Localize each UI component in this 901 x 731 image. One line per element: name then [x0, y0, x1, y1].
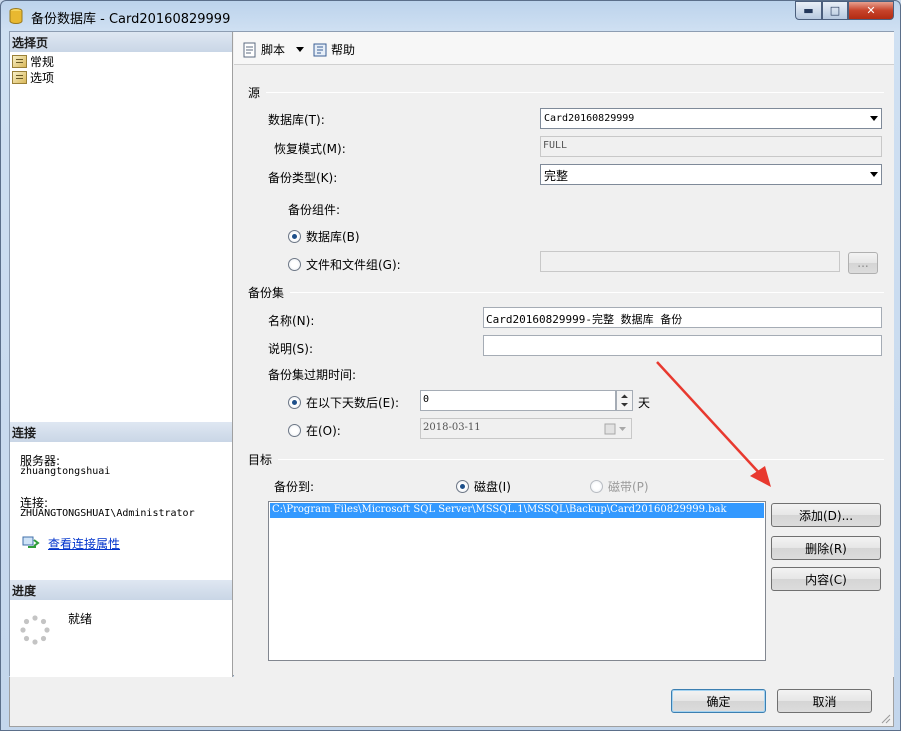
radio-selected-icon — [456, 480, 469, 493]
progress-area: 就绪 — [10, 600, 232, 677]
radio-selected-icon — [288, 396, 301, 409]
browse-files-button[interactable]: ... — [848, 252, 878, 274]
connection-properties-icon — [22, 536, 40, 548]
name-input[interactable]: Card20160829999-完整 数据库 备份 — [483, 307, 882, 328]
description-label: 说明(S): — [268, 342, 314, 356]
recovery-model-field: FULL — [540, 136, 882, 157]
add-destination-button[interactable]: 添加(D)... — [771, 503, 881, 527]
chevron-down-icon[interactable] — [296, 47, 305, 52]
view-connection-properties-link[interactable]: 查看连接属性 — [48, 535, 120, 552]
chevron-down-icon — [870, 116, 878, 121]
divider — [266, 92, 884, 93]
radio-icon — [590, 480, 603, 493]
dialog-window: 备份数据库 - Card20160829999 ▬ □ ✕ 选择页 常规 选项 … — [0, 0, 901, 731]
window-title: 备份数据库 - Card20160829999 — [31, 12, 231, 27]
progress-header: 进度 — [10, 580, 232, 600]
title-bar[interactable]: 备份数据库 - Card20160829999 ▬ □ ✕ — [1, 1, 900, 31]
expire-label: 备份集过期时间: — [268, 368, 357, 382]
backup-set-header: 备份集 — [248, 286, 285, 300]
destination-group-header: 目标 — [248, 451, 884, 468]
button-bar: 确定 取消 — [9, 677, 894, 727]
database-value: Card20160829999 — [544, 113, 635, 124]
backup-type-value: 完整 — [544, 169, 569, 183]
tape-radio: 磁带(P) — [590, 478, 649, 495]
backup-set-group-header: 备份集 — [248, 284, 884, 301]
resize-grip-icon[interactable] — [879, 712, 891, 724]
calendar-dropdown-icon — [604, 423, 626, 435]
backup-component-label: 备份组件: — [288, 203, 341, 217]
expire-on-date-radio[interactable]: 在(O): — [288, 422, 341, 439]
dialog-client: 选择页 常规 选项 连接 服务器: zhuangtongshuai 连接: ZH… — [9, 31, 894, 677]
ok-button[interactable]: 确定 — [671, 689, 766, 713]
disk-radio[interactable]: 磁盘(I) — [456, 478, 511, 495]
destination-list[interactable]: C:\Program Files\Microsoft SQL Server\MS… — [268, 501, 766, 661]
database-label: 数据库(T): — [268, 113, 325, 127]
script-icon — [243, 42, 256, 57]
component-database-radio[interactable]: 数据库(B) — [288, 228, 360, 245]
files-filegroups-field — [540, 251, 840, 272]
help-button[interactable]: 帮助 — [312, 41, 355, 58]
radio-icon — [288, 424, 301, 437]
recovery-model-label: 恢复模式(M): — [274, 142, 346, 156]
description-input[interactable] — [483, 335, 882, 356]
toolbar: 脚本 帮助 — [234, 32, 894, 65]
remove-destination-button[interactable]: 删除(R) — [771, 536, 881, 560]
expire-days-input[interactable]: 0 — [420, 390, 616, 411]
left-pane: 选择页 常规 选项 连接 服务器: zhuangtongshuai 连接: ZH… — [10, 32, 233, 677]
minimize-button[interactable]: ▬ — [795, 1, 822, 20]
nav-item-options[interactable]: 选项 — [12, 69, 54, 86]
server-value: zhuangtongshuai — [20, 466, 111, 477]
close-button[interactable]: ✕ — [848, 1, 894, 20]
tape-label: 磁带(P) — [608, 480, 649, 494]
help-label: 帮助 — [331, 43, 356, 57]
nav-item-general[interactable]: 常规 — [12, 53, 54, 70]
expire-date-value: 2018-03-11 — [423, 422, 481, 433]
source-group-header: 源 — [248, 84, 884, 101]
expire-after-days-radio[interactable]: 在以下天数后(E): — [288, 394, 399, 411]
progress-spinner-icon — [20, 615, 50, 645]
expire-date-picker[interactable]: 2018-03-11 — [420, 418, 632, 439]
contents-button[interactable]: 内容(C) — [771, 567, 881, 591]
nav-item-label: 选项 — [30, 71, 55, 85]
spinner-arrows-icon — [621, 394, 628, 407]
nav-item-label: 常规 — [30, 55, 55, 69]
right-pane: 脚本 帮助 源 数据库(T): Card20160829999 恢复模式(M):… — [234, 32, 894, 677]
script-label: 脚本 — [261, 43, 286, 57]
backup-type-select[interactable]: 完整 — [540, 164, 882, 185]
destination-header: 目标 — [248, 453, 273, 467]
component-files-radio[interactable]: 文件和文件组(G): — [288, 256, 401, 273]
source-header: 源 — [248, 86, 261, 100]
progress-status: 就绪 — [68, 612, 93, 626]
radio-selected-icon — [288, 230, 301, 243]
window-controls: ▬ □ ✕ — [795, 1, 894, 21]
component-database-label: 数据库(B) — [306, 230, 360, 244]
page-icon — [12, 71, 27, 84]
connection-value: ZHUANGTONGSHUAI\Administrator — [20, 508, 195, 519]
connection-header: 连接 — [10, 422, 232, 442]
database-icon — [9, 8, 23, 24]
database-select[interactable]: Card20160829999 — [540, 108, 882, 129]
chevron-down-icon — [870, 172, 878, 177]
expire-after-days-label: 在以下天数后(E): — [306, 396, 399, 410]
select-page-header: 选择页 — [10, 32, 232, 52]
component-files-label: 文件和文件组(G): — [306, 258, 401, 272]
script-button[interactable]: 脚本 — [242, 41, 305, 58]
days-spinner[interactable] — [616, 390, 633, 411]
backup-type-label: 备份类型(K): — [268, 171, 338, 185]
help-icon — [313, 43, 327, 56]
list-item[interactable]: C:\Program Files\Microsoft SQL Server\MS… — [270, 503, 764, 518]
maximize-button[interactable]: □ — [822, 1, 848, 20]
radio-icon — [288, 258, 301, 271]
expire-on-date-label: 在(O): — [306, 424, 341, 438]
disk-label: 磁盘(I) — [474, 480, 511, 494]
cancel-button[interactable]: 取消 — [777, 689, 872, 713]
backup-to-label: 备份到: — [274, 480, 315, 494]
page-icon — [12, 55, 27, 68]
days-unit-label: 天 — [638, 396, 651, 410]
name-label: 名称(N): — [268, 314, 315, 328]
divider — [290, 292, 884, 293]
divider — [278, 459, 884, 460]
